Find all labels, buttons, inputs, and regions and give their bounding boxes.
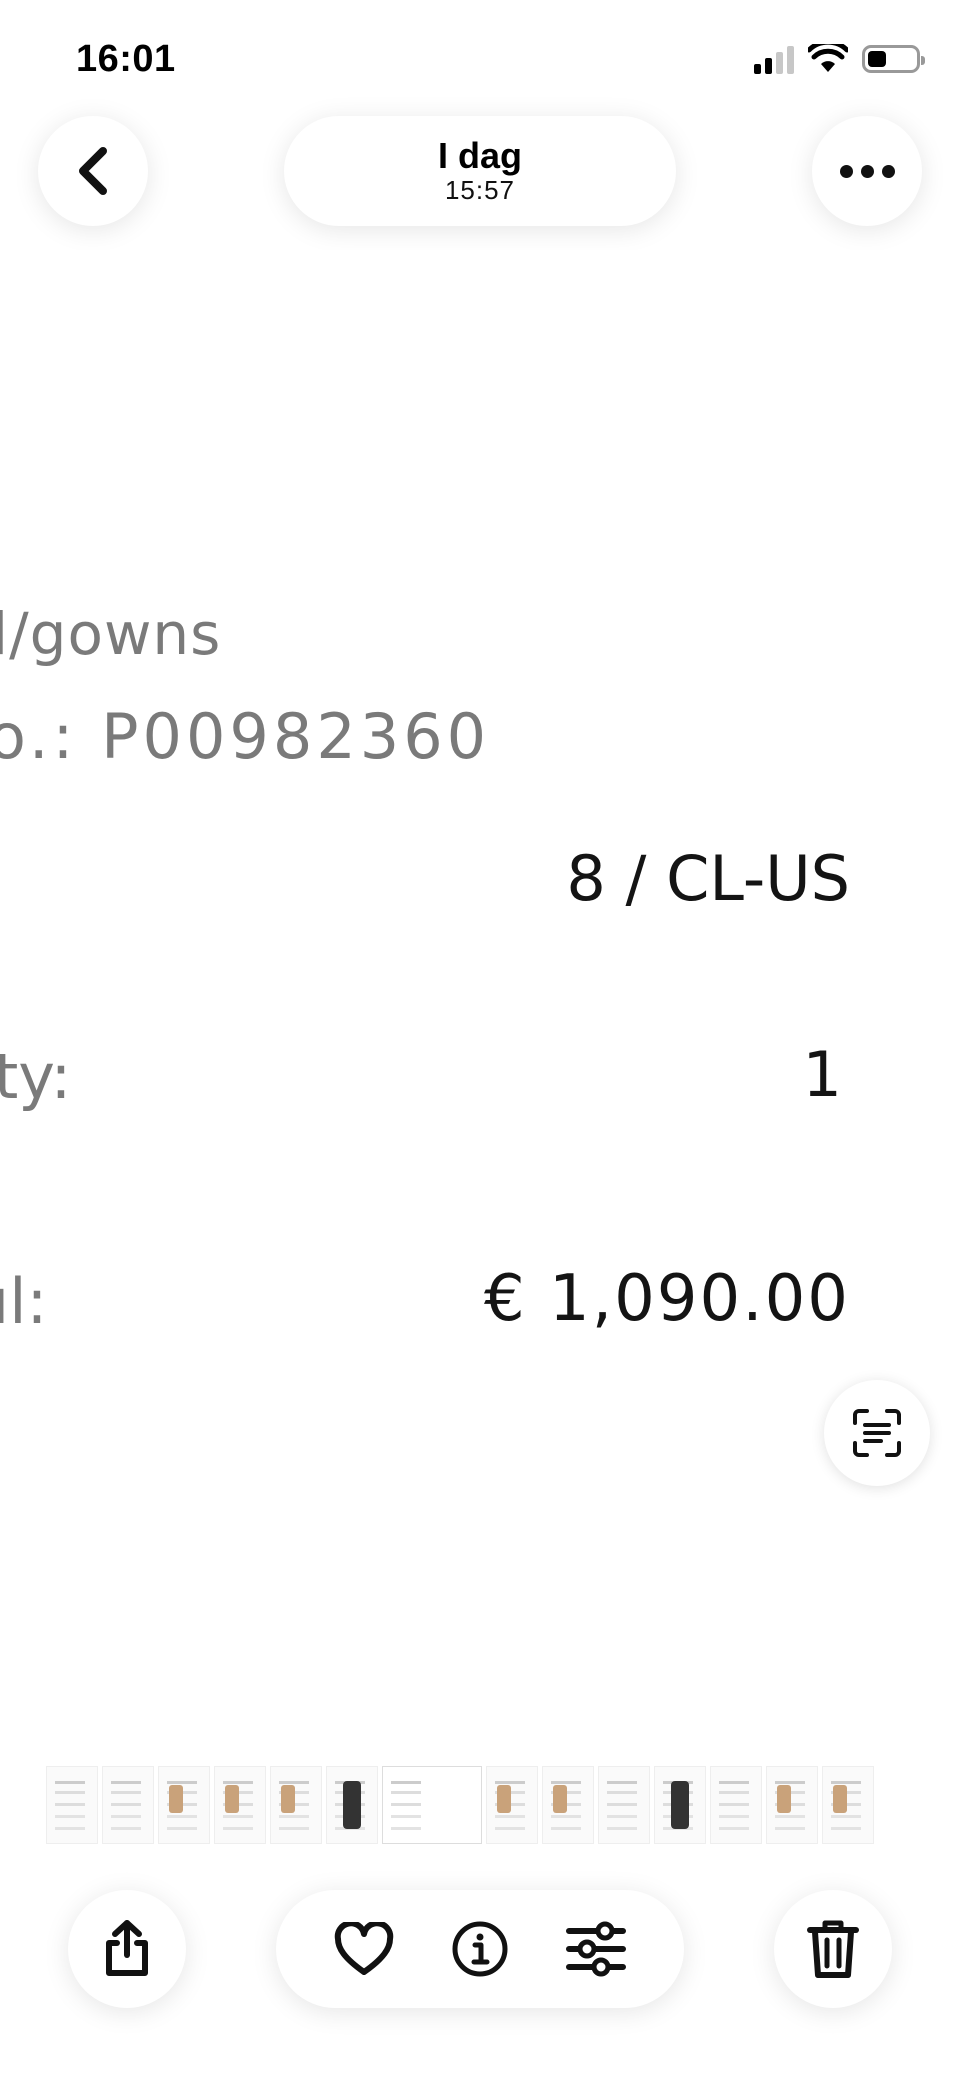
info-icon xyxy=(452,1921,508,1977)
thumbnail[interactable] xyxy=(102,1766,154,1844)
thumbnail[interactable] xyxy=(326,1766,378,1844)
wifi-icon xyxy=(808,44,848,72)
chevron-left-icon xyxy=(79,147,107,195)
delete-button[interactable] xyxy=(774,1890,892,2008)
quantity-value: 1 xyxy=(802,1038,842,1111)
status-time: 16:01 xyxy=(76,38,176,80)
favorite-button[interactable] xyxy=(324,1909,404,1989)
thumbnail[interactable] xyxy=(158,1766,210,1844)
thumbnail[interactable] xyxy=(486,1766,538,1844)
thumbnail-selected[interactable] xyxy=(382,1766,482,1844)
home-indicator xyxy=(330,2050,630,2060)
share-icon xyxy=(106,1920,148,1976)
heart-icon xyxy=(334,1922,394,1975)
edit-button[interactable] xyxy=(556,1909,636,1989)
share-button[interactable] xyxy=(68,1890,186,2008)
adjust-sliders-icon xyxy=(566,1921,626,1977)
back-button[interactable] xyxy=(38,116,148,226)
status-icons xyxy=(754,44,925,74)
thumbnail[interactable] xyxy=(822,1766,874,1844)
thumbnail[interactable] xyxy=(598,1766,650,1844)
size-value: 8 / CL-US xyxy=(566,842,850,915)
thumbnail[interactable] xyxy=(654,1766,706,1844)
photo-time: 15:57 xyxy=(444,175,516,206)
battery-icon xyxy=(862,45,925,73)
top-navigation: I dag 15:57 xyxy=(0,110,960,240)
cellular-signal-icon xyxy=(754,44,794,74)
info-button[interactable] xyxy=(440,1909,520,1989)
more-button[interactable] xyxy=(812,116,922,226)
thumbnail[interactable] xyxy=(542,1766,594,1844)
trash-icon xyxy=(807,1920,859,1978)
date-title-pill[interactable]: I dag 15:57 xyxy=(284,116,676,226)
photo-viewer[interactable]: l/gowns o.: P00982360 8 / CL-US ty: 1 ıl… xyxy=(0,250,960,1500)
thumbnail[interactable] xyxy=(710,1766,762,1844)
thumbnail[interactable] xyxy=(270,1766,322,1844)
thumbnail-strip[interactable] xyxy=(46,1766,874,1844)
more-dots-icon xyxy=(839,164,895,178)
thumbnail[interactable] xyxy=(46,1766,98,1844)
status-bar: 16:01 xyxy=(0,0,960,110)
action-pill xyxy=(276,1890,684,2008)
total-label: ıl: xyxy=(0,1265,48,1338)
photo-date: I dag xyxy=(437,134,522,176)
thumbnail[interactable] xyxy=(766,1766,818,1844)
product-category-text: l/gowns xyxy=(0,600,222,668)
live-text-icon xyxy=(853,1409,901,1457)
total-value: € 1,090.00 xyxy=(483,1262,850,1336)
quantity-label: ty: xyxy=(0,1040,72,1113)
live-text-button[interactable] xyxy=(824,1380,930,1486)
bottom-toolbar xyxy=(0,1890,960,2020)
product-sku-text: o.: P00982360 xyxy=(0,700,491,773)
thumbnail[interactable] xyxy=(214,1766,266,1844)
